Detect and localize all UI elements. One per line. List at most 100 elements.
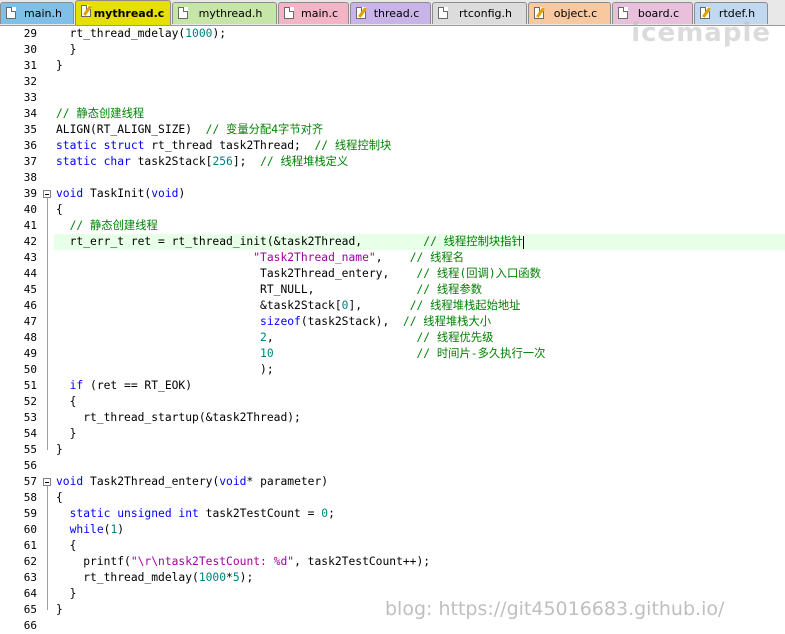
code-token: void <box>151 187 179 200</box>
tab-main-c[interactable]: main.c <box>278 2 349 24</box>
code-token: ALIGN(RT_ALIGN_SIZE) <box>56 123 206 136</box>
fold-toggle-icon[interactable] <box>43 478 51 486</box>
code-line[interactable]: // 静态创建线程 <box>56 218 158 234</box>
code-line[interactable]: printf("\r\ntask2TestCount: %d", task2Te… <box>56 554 430 570</box>
code-line[interactable]: } <box>56 426 77 442</box>
line-number: 53 <box>23 411 37 424</box>
code-token: ) <box>117 523 125 536</box>
code-token: // 线程堆栈大小 <box>402 315 492 328</box>
tab-mythread-c[interactable]: mythread.c <box>75 0 171 25</box>
code-token: printf( <box>56 555 131 568</box>
code-line[interactable]: rt_thread_mdelay(1000*5); <box>56 570 253 586</box>
line-number: 56 <box>23 459 37 472</box>
code-line[interactable]: void Task2Thread_entery(void* parameter) <box>56 474 328 490</box>
code-token: Task2Thread_entery( <box>83 475 220 488</box>
code-line[interactable]: 2, // 线程优先级 <box>56 330 493 346</box>
code-token: 5 <box>232 571 240 584</box>
line-number: 30 <box>23 43 37 56</box>
line-number: 36 <box>23 139 37 152</box>
code-token: } <box>56 43 77 56</box>
code-token: } <box>56 59 63 72</box>
code-token: ]; <box>232 155 261 168</box>
code-token: { <box>56 539 77 552</box>
tab-thread-c[interactable]: thread.c <box>350 2 431 24</box>
tab-main-h[interactable]: main.h <box>0 2 74 24</box>
code-token: 10 <box>260 347 274 360</box>
code-line[interactable]: { <box>56 490 63 506</box>
code-line[interactable]: } <box>56 42 77 58</box>
code-token: void <box>219 475 247 488</box>
code-line[interactable]: "Task2Thread_name", // 线程名 <box>56 250 464 266</box>
code-line[interactable]: &task2Stack[0], // 线程堆栈起始地址 <box>56 298 520 314</box>
code-token: Task2Thread_entery, <box>56 267 417 280</box>
code-line[interactable]: } <box>56 58 63 74</box>
code-editor[interactable]: rt_thread_mdelay(1000); }}// 静态创建线程 ALIGN… <box>54 26 785 631</box>
code-token: { <box>56 203 63 216</box>
code-line[interactable]: void TaskInit(void) <box>56 186 185 202</box>
code-token: // 线程参数 <box>416 283 483 296</box>
code-line[interactable]: 10 // 时间片-多久执行一次 <box>56 346 545 362</box>
code-line[interactable]: ); <box>56 362 274 378</box>
code-token: , task2TestCount++); <box>294 555 431 568</box>
fold-scope-line <box>47 486 48 610</box>
code-token: ); <box>239 571 254 584</box>
code-token: 256 <box>212 155 233 168</box>
code-token: rt_err_t ret = rt_thread_init(&task2Thre… <box>56 235 424 248</box>
code-line[interactable]: while(1) <box>56 522 124 538</box>
code-token: ], <box>348 299 410 312</box>
code-token: // 线程堆栈定义 <box>260 155 349 168</box>
code-line[interactable]: { <box>56 538 77 554</box>
code-line[interactable]: static struct rt_thread task2Thread; // … <box>56 138 391 154</box>
line-number-gutter: 29 30 31 32 33 34 35 36 37 38 39 40 41 42 43 44 45 46 47 48… <box>0 26 40 632</box>
tab-object-c[interactable]: object.c <box>528 2 611 24</box>
line-number: 66 <box>23 619 37 632</box>
code-line[interactable]: } <box>56 602 63 618</box>
code-line[interactable]: rt_err_t ret = rt_thread_init(&task2Thre… <box>56 234 524 250</box>
code-line[interactable]: rt_thread_startup(&task2Thread); <box>56 410 301 426</box>
line-number: 40 <box>23 203 37 216</box>
code-token: { <box>56 395 77 408</box>
code-token: } <box>56 603 63 616</box>
line-number: 45 <box>23 283 37 296</box>
code-token: , <box>375 251 410 264</box>
line-number: 57 <box>23 475 37 488</box>
code-token: } <box>56 587 77 600</box>
line-number: 49 <box>23 347 37 360</box>
code-line[interactable]: { <box>56 394 77 410</box>
code-token: rt_thread task2Thread; <box>144 139 315 152</box>
tab-label: rtconfig.h <box>459 7 512 20</box>
code-token: } <box>56 443 63 456</box>
line-number: 35 <box>23 123 37 136</box>
code-line[interactable]: if (ret == RT_EOK) <box>56 378 192 394</box>
line-number: 54 <box>23 427 37 440</box>
line-number: 47 <box>23 315 37 328</box>
code-line[interactable]: } <box>56 586 77 602</box>
code-token: } <box>56 427 77 440</box>
line-number: 46 <box>23 299 37 312</box>
tab-mythread-h[interactable]: mythread.h <box>172 2 277 24</box>
code-token: 1000 <box>198 571 227 584</box>
code-line[interactable]: Task2Thread_entery, // 线程(回调)入口函数 <box>56 266 541 282</box>
code-token: 2 <box>260 331 267 344</box>
fold-toggle-icon[interactable] <box>43 190 51 198</box>
code-line[interactable]: // 静态创建线程 <box>56 106 144 122</box>
code-token: ); <box>212 27 227 40</box>
code-line[interactable]: } <box>56 442 63 458</box>
code-line[interactable]: ALIGN(RT_ALIGN_SIZE) // 变量分配4字节对齐 <box>56 122 323 138</box>
line-number: 64 <box>23 587 37 600</box>
code-line[interactable]: sizeof(task2Stack), // 线程堆栈大小 <box>56 314 491 330</box>
code-line[interactable]: { <box>56 202 63 218</box>
code-line[interactable]: rt_thread_mdelay(1000); <box>56 26 226 42</box>
line-number: 62 <box>23 555 37 568</box>
code-token: (ret == RT_EOK) <box>83 379 193 392</box>
code-line[interactable]: RT_NULL, // 线程参数 <box>56 282 482 298</box>
code-line[interactable]: static unsigned int task2TestCount = 0; <box>56 506 335 522</box>
line-number: 61 <box>23 539 37 552</box>
code-line[interactable]: static char task2Stack[256]; // 线程堆栈定义 <box>56 154 348 170</box>
tab-rtconfig-h[interactable]: rtconfig.h <box>432 2 527 24</box>
